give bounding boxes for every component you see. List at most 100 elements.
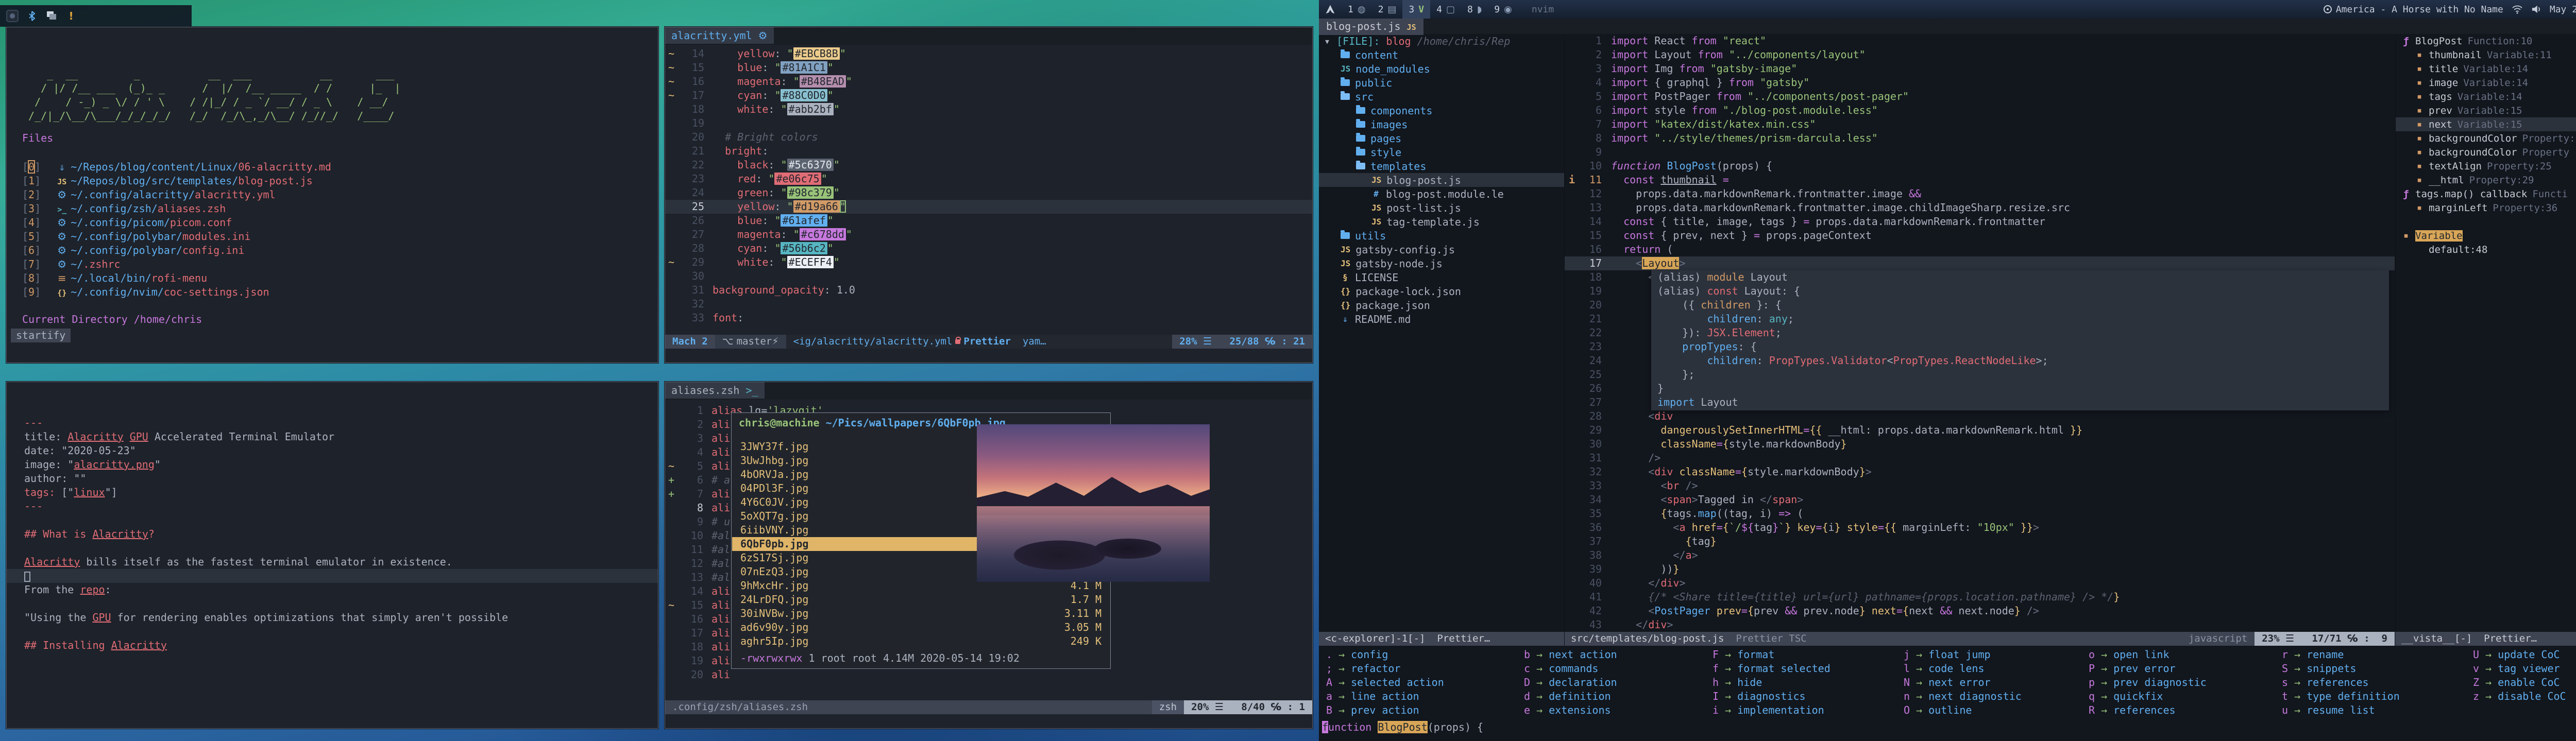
music-module[interactable]: America - A Horse with No Name [2324, 4, 2503, 15]
tab-aliases-zsh[interactable]: aliases.zsh >_ [665, 382, 765, 399]
text-line [24, 597, 658, 611]
markdown-doc-window[interactable]: ---title: Alacritty GPU Accelerated Term… [6, 382, 658, 729]
startify-entry[interactable]: [3] >_~/.config/zsh/aliases.zsh [22, 202, 331, 216]
startify-entry[interactable]: [1] JS~/Repos/blog/src/templates/blog-po… [22, 174, 331, 188]
explorer-item-gatsby-node.js[interactable]: JSgatsby-node.js [1319, 256, 1564, 270]
text-line: _ __ _ __ ___ __ ___ [22, 67, 401, 81]
buffer-line: 32 [665, 297, 1312, 311]
code-line: 35 {tags.map((tag, i) => ( [1565, 507, 2395, 521]
aliases-zsh-window[interactable]: aliases.zsh >_ 1alias lg='lazygit' 2ali … [665, 382, 1313, 729]
outline-symbol-image[interactable]: ■imageVariable:14 [2396, 76, 2576, 90]
explorer-item-blog-post.js[interactable]: JSblog-post.js [1319, 173, 1564, 187]
text-line: date: "2020-05-23" [24, 444, 658, 458]
explorer-item-content[interactable]: content [1319, 48, 1564, 62]
code-line: 15 const { prev, next } = props.pageCont… [1565, 229, 2395, 243]
explorer-root[interactable]: ▾ [FILE]: blog /home/chris/Rep [1319, 34, 1564, 48]
alert-icon[interactable]: ! [65, 10, 77, 22]
keybinding-hint-open-link: o → open link [2088, 648, 2207, 662]
startify-entry[interactable]: [7] ⚙~/.zshrc [22, 257, 331, 271]
workspace-8[interactable]: 8◗ [1461, 0, 1488, 19]
text-line: (alias) module Layout [1657, 270, 2389, 284]
explorer-item-pages[interactable]: pages [1319, 131, 1564, 145]
outline-symbol-title[interactable]: ■titleVariable:14 [2396, 62, 2576, 76]
workspace-2[interactable]: 2▤ [1372, 0, 1403, 19]
outline-symbol-next[interactable]: ■nextVariable:15 [2396, 117, 2576, 131]
folder-icon [1341, 79, 1350, 86]
volume-icon[interactable] [2531, 5, 2541, 14]
explorer-item-templates[interactable]: templates [1319, 159, 1564, 173]
explorer-item-blog-post.module.le[interactable]: #blog-post.module.le [1319, 187, 1564, 201]
startify-entry[interactable]: [5] ⚙~/.config/polybar/modules.ini [22, 230, 331, 244]
outline-symbol-thumbnail[interactable]: ■thumbnailVariable:11 [2396, 48, 2576, 62]
outline-symbol-backgroundColor[interactable]: ■backgroundColorProperty:2 [2396, 131, 2576, 145]
explorer-item-style[interactable]: style [1319, 145, 1564, 159]
startify-entry[interactable]: [2] ⚙~/.config/alacritty/alacritty.yml [22, 188, 331, 202]
workspace-1[interactable]: 1◍ [1342, 0, 1372, 19]
outline-symbol-__html[interactable]: ■__htmlProperty:29 [2396, 173, 2576, 187]
startify-entry[interactable]: [9] {}~/.config/nvim/coc-settings.json [22, 285, 331, 299]
explorer-item-images[interactable]: images [1319, 117, 1564, 131]
outline-symbol-BlogPost[interactable]: ƒBlogPostFunction:10 [2396, 34, 2576, 48]
explorer-item-components[interactable]: components [1319, 104, 1564, 117]
date-display[interactable]: May 25, 2020 [2550, 4, 2576, 15]
statusline-filepath: .config/zsh/aliases.zsh [665, 700, 1152, 714]
explorer-item-gatsby-config.js[interactable]: JSgatsby-config.js [1319, 243, 1564, 256]
buffer-line: 18 white: "#abb2bf" [665, 102, 1312, 116]
explorer-item-package.json[interactable]: {}package.json [1319, 298, 1564, 312]
outline-symbol-backgroundColor[interactable]: ■backgroundColorProperty [2396, 145, 2576, 159]
code-line: 33 <br /> [1565, 479, 2395, 493]
keybinding-hint-outline: O → outline [1903, 703, 2022, 717]
workspace-9[interactable]: 9◉ [1488, 0, 1518, 19]
explorer-item-tag-template.js[interactable]: JStag-template.js [1319, 215, 1564, 229]
explorer-item-src[interactable]: src [1319, 90, 1564, 104]
arch-logo-icon[interactable] [1324, 3, 1336, 15]
folder-icon [1356, 107, 1365, 114]
outline-symbol[interactable] [2396, 215, 2576, 229]
explorer-item-LICENSE[interactable]: §LICENSE [1319, 270, 1564, 284]
startify-entry[interactable]: [8] ≡~/.local/bin/rofi-menu [22, 271, 331, 285]
gear-icon: ⚙ [758, 29, 768, 42]
tab-blog-post-js[interactable]: blog-post.js JS [1319, 19, 1423, 35]
outline-symbol-tags[interactable]: ■tagsVariable:14 [2396, 90, 2576, 104]
explorer-item-public[interactable]: public [1319, 76, 1564, 90]
code-line: 39 ))} [1565, 562, 2395, 576]
app-icon[interactable] [6, 10, 19, 22]
explorer-item-post-list.js[interactable]: JSpost-list.js [1319, 201, 1564, 215]
bluetooth-icon[interactable] [26, 10, 38, 22]
outline-symbol-Variable[interactable]: ■Variable [2396, 229, 2576, 243]
text-line: ## What is Alacritty? [24, 527, 658, 541]
explorer-item-node_modules[interactable]: JSnode_modules [1319, 62, 1564, 76]
outline-symbol-textAlign[interactable]: ■textAlignProperty:25 [2396, 159, 2576, 173]
startify-entry[interactable]: [4] ⚙~/.config/picom/picom.conf [22, 216, 331, 230]
file-picker-item[interactable]: 30iNVBw.jpg3.11 M [732, 607, 1110, 621]
json-icon: {} [1341, 300, 1350, 310]
tab-alacritty-yml[interactable]: alacritty.yml ⚙ [665, 27, 774, 44]
code-line: 34 <span>Tagged in </span> [1565, 493, 2395, 507]
explorer-item-package-lock.json[interactable]: {}package-lock.json [1319, 284, 1564, 298]
alacritty-yml-window[interactable]: alacritty.yml ⚙ ~14 yellow: "#EBCB8B"~15… [665, 27, 1313, 363]
text-line: --- [24, 416, 658, 430]
code-line: 14 const { title, image, tags } = props.… [1565, 215, 2395, 229]
variable-icon: ■ [2414, 107, 2425, 114]
file-picker-item[interactable]: aghr5Ip.jpg249 K [732, 634, 1110, 648]
workspace-3[interactable]: 3V [1402, 0, 1430, 19]
explorer-item-utils[interactable]: utils [1319, 229, 1564, 243]
buffer-line: 19 [665, 116, 1312, 130]
startify-terminal-window[interactable]: _ __ _ __ ___ __ ___ / |/ /__ ___ (_)_ _… [6, 27, 658, 363]
file-picker-item[interactable]: ad6v90y.jpg3.05 M [732, 621, 1110, 634]
rock [1081, 535, 1175, 563]
windows-icon[interactable] [45, 10, 58, 22]
variable-icon: ■ [2414, 51, 2425, 58]
file-picker-item[interactable]: 24LrDFQ.jpg1.7 M [732, 593, 1110, 607]
workspace-4[interactable]: 4▢ [1430, 0, 1461, 19]
outline-symbol-default:48[interactable]: default:48 [2396, 243, 2576, 256]
wifi-icon[interactable] [2512, 5, 2523, 14]
startify-entry[interactable]: [6] ⚙~/.config/polybar/config.ini [22, 244, 331, 257]
outline-symbol-marginLeft[interactable]: ■marginLeftProperty:36 [2396, 201, 2576, 215]
outline-symbol-tags.map() callback[interactable]: ƒtags.map() callbackFuncti [2396, 187, 2576, 201]
code-line: 5import PostPager from "../components/po… [1565, 90, 2395, 104]
outline-symbol-prev[interactable]: ■prevVariable:15 [2396, 104, 2576, 117]
keybinding-hint-implementation: i → implementation [1711, 703, 1831, 717]
startify-entry[interactable]: [0] ⇓~/Repos/blog/content/Linux/06-alacr… [22, 160, 331, 174]
explorer-item-README.md[interactable]: ⇓README.md [1319, 312, 1564, 326]
